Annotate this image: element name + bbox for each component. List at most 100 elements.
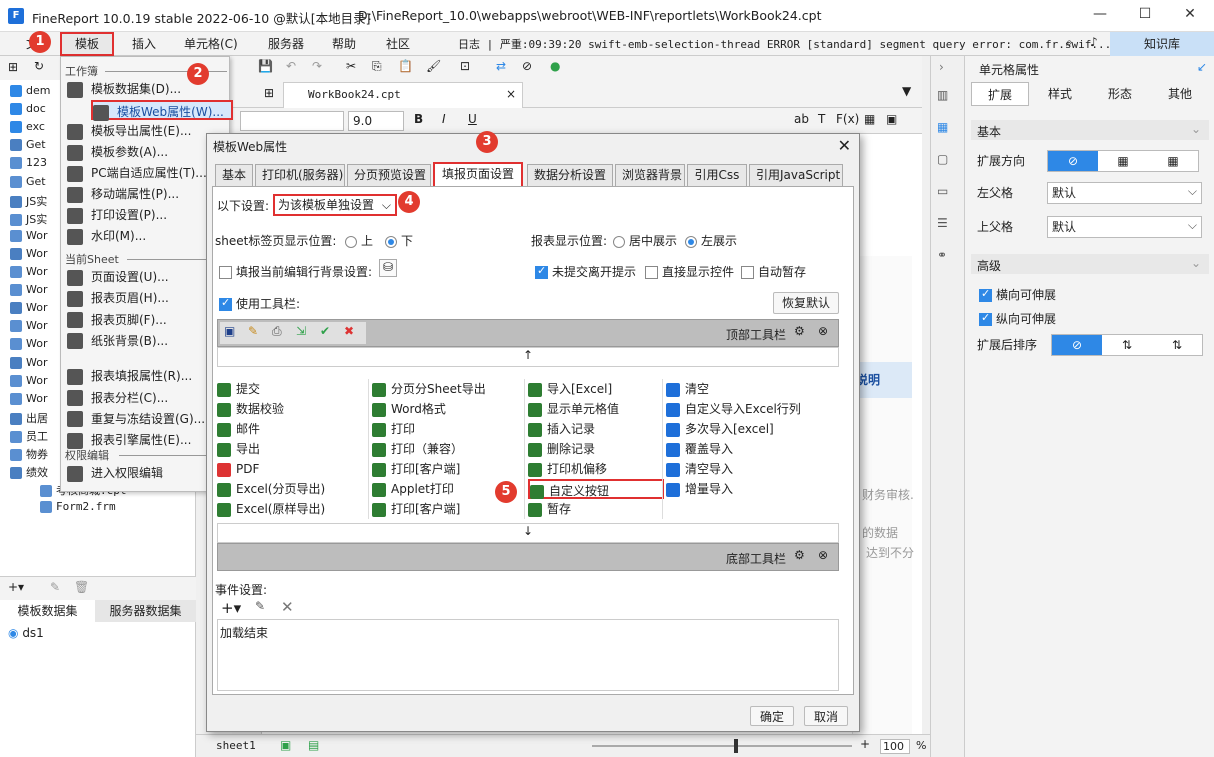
dialog-tab-2[interactable]: 分页预览设置 [347, 164, 431, 186]
cut-icon[interactable]: ✂ [346, 59, 356, 73]
tree-item[interactable]: 绩效 [10, 464, 48, 482]
menu-community[interactable]: 社区 [386, 35, 410, 52]
toolbar-button-option[interactable]: 插入记录 [528, 419, 664, 439]
preview-icon[interactable]: ⊡ [460, 59, 470, 73]
new-folder-icon[interactable]: ⊞ [8, 60, 18, 74]
toolbar-button-option[interactable]: 提交 [217, 379, 353, 399]
toolbar-button-option[interactable]: 打印 [372, 419, 508, 439]
toolbar-button-option[interactable]: 覆盖导入 [666, 439, 838, 459]
font-family-select[interactable] [240, 111, 344, 131]
menu-template[interactable]: 模板 [60, 32, 114, 56]
minimize-icon[interactable]: — [1090, 6, 1110, 26]
expand-direction-seg[interactable]: ⊘ ▦ ▦ [1047, 150, 1199, 172]
tree-item[interactable]: exc [10, 120, 45, 138]
cell-attr-icon[interactable]: ▦ [937, 120, 948, 134]
save-icon[interactable]: ▣ [224, 324, 235, 338]
add-dataset-icon[interactable]: +▾ [8, 580, 24, 594]
print-icon[interactable]: ⎙ [272, 324, 282, 339]
dropdown-icon[interactable]: ▼ [902, 84, 911, 98]
search-icon[interactable]: ⌕ [1066, 35, 1073, 50]
basic-section-header[interactable]: 基本 ⌄ [971, 120, 1209, 140]
menu-item-page-setup[interactable]: 页面设置(U)... [67, 267, 227, 287]
sort-desc-icon[interactable]: ⇅ [1152, 335, 1202, 355]
menu-item-footer[interactable]: 报表页脚(F)... [67, 310, 227, 330]
refresh-icon[interactable]: ↻ [34, 59, 44, 73]
toolbar-button-option[interactable]: 增量导入 [666, 479, 838, 499]
advanced-section-header[interactable]: 高级 ⌄ [971, 254, 1209, 274]
toolbar-button-option[interactable]: 自定义导入Excel行列 [666, 399, 838, 419]
edit-icon[interactable]: ✎ [50, 580, 60, 594]
sort-asc-icon[interactable]: ⇅ [1102, 335, 1152, 355]
tree-item[interactable]: JS实 [10, 193, 47, 211]
menu-item-params[interactable]: 模板参数(A)... [67, 142, 227, 162]
toolbar-button-option[interactable]: 打印（兼容） [372, 439, 508, 459]
tree-item[interactable]: Get [10, 175, 46, 193]
toolbar-button-option[interactable]: 导出 [217, 439, 353, 459]
toolbar-button-option[interactable]: 暂存 [528, 499, 664, 519]
undo-icon[interactable]: ↶ [286, 59, 296, 73]
dialog-tab-0[interactable]: 基本 [215, 164, 253, 186]
image-icon[interactable]: ▣ [886, 112, 897, 126]
save-icon[interactable]: 💾 [258, 59, 273, 73]
menu-item-freeze[interactable]: 重复与冻结设置(G)... [67, 409, 227, 429]
check-icon[interactable]: ⊘ [522, 59, 532, 73]
font-size-select[interactable]: 9.0 [348, 111, 404, 131]
tree-item[interactable]: Wor [10, 392, 47, 410]
maximize-icon[interactable]: ☐ [1135, 6, 1155, 26]
auto-save-check[interactable]: 自动暂存 [741, 263, 806, 280]
toolbar-button-option[interactable]: 清空导入 [666, 459, 838, 479]
condition-icon[interactable]: ☰ [937, 216, 948, 230]
report-pos-center[interactable]: 居中展示 [613, 232, 677, 249]
add-event-icon[interactable]: +▾ [221, 599, 241, 617]
toolbar-button-option[interactable]: Word格式 [372, 399, 508, 419]
tree-item[interactable]: JS实 [10, 211, 47, 229]
tab-expand[interactable]: 扩展 [971, 82, 1029, 106]
report-pos-left[interactable]: 左展示 [685, 232, 737, 249]
abc-icon[interactable]: ab [794, 112, 809, 126]
top-parent-select[interactable]: 默认 [1047, 215, 1202, 238]
sheet-pos-top[interactable]: 上 [345, 232, 373, 249]
zoom-in-icon[interactable]: + [860, 737, 870, 751]
no-expand-icon[interactable]: ⊘ [1048, 151, 1098, 171]
knowledge-base-button[interactable]: 知识库 [1110, 32, 1214, 56]
link-icon[interactable]: ⚭ [937, 248, 947, 262]
edit-event-icon[interactable]: ✎ [255, 599, 265, 613]
horizontal-expand-check[interactable]: 横向可伸展 [979, 286, 1056, 303]
delete-icon[interactable]: 🗑 [74, 580, 89, 594]
menu-item-export-attr[interactable]: 模板导出属性(E)... [67, 121, 227, 141]
gear-icon[interactable]: ⚙ [794, 548, 805, 562]
tab-other[interactable]: 其他 [1151, 82, 1209, 106]
zoom-handle[interactable] [734, 739, 738, 753]
paste-icon[interactable]: 📋 [398, 59, 413, 73]
dialog-close-icon[interactable]: ✕ [838, 136, 851, 155]
tree-item[interactable]: 员工 [10, 428, 48, 446]
redo-icon[interactable]: ↷ [312, 59, 322, 73]
tree-item[interactable]: 123 [10, 156, 47, 174]
layout-icon[interactable]: ▥ [937, 88, 948, 102]
tree-item[interactable]: Wor [10, 374, 47, 392]
tab-template-dataset[interactable]: 模板数据集 [0, 600, 95, 622]
tree-item[interactable]: Wor [10, 229, 47, 247]
bold-icon[interactable]: B [414, 112, 423, 126]
toolbar-button-option[interactable]: 打印[客户端] [372, 499, 508, 519]
dataset-item[interactable]: ◉ ds1 [8, 626, 44, 640]
ok-button[interactable]: 确定 [750, 706, 794, 726]
menu-help[interactable]: 帮助 [332, 35, 356, 52]
menu-item-watermark[interactable]: 水印(M)... [67, 226, 227, 246]
export-icon[interactable]: ⇲ [296, 324, 306, 338]
sheet-tab[interactable]: sheet1 [216, 739, 256, 752]
tree-item[interactable]: Form2.frm [40, 500, 116, 518]
zoom-value[interactable]: 100 [880, 739, 910, 754]
paint-bucket-icon[interactable]: ⛁ [379, 259, 397, 277]
toolbar-button-option[interactable]: Excel(原样导出) [217, 499, 353, 519]
chart-icon[interactable]: ▦ [864, 112, 875, 126]
menu-item-columns[interactable]: 报表分栏(C)... [67, 388, 227, 408]
setting-select[interactable]: 为该模板单独设置 ⌵ [273, 194, 397, 216]
menu-item-header[interactable]: 报表页眉(H)... [67, 288, 227, 308]
menu-item-pc-adaptive[interactable]: PC端自适应属性(T)... [67, 163, 227, 183]
cancel-icon[interactable]: ✖ [344, 324, 354, 338]
collapse-icon[interactable]: ↙ [1197, 60, 1207, 74]
tree-item[interactable]: Wor [10, 247, 47, 265]
tab-server-dataset[interactable]: 服务器数据集 [98, 600, 193, 622]
toolbar-button-option[interactable]: 删除记录 [528, 439, 664, 459]
